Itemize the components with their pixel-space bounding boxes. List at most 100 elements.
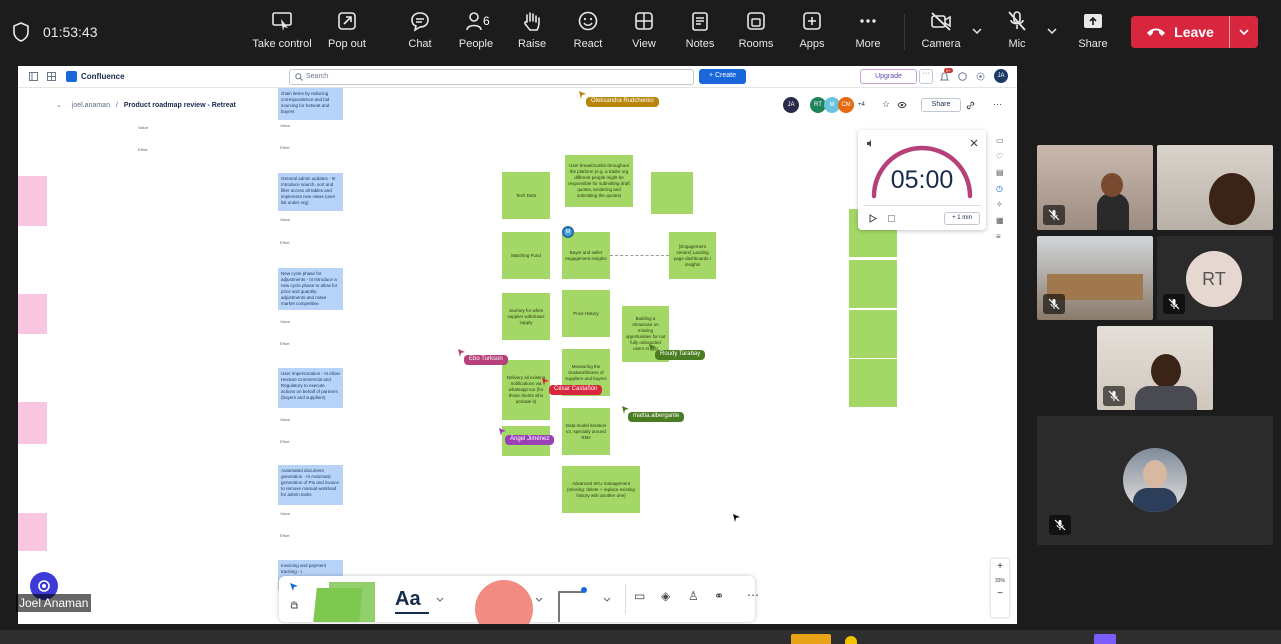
sticky-note-blue[interactable]: General admin updates - III Introduce se…	[278, 173, 343, 211]
star-icon[interactable]: ☆	[882, 99, 890, 110]
settings-gear-icon[interactable]	[976, 72, 985, 81]
select-pointer-icon[interactable]	[289, 582, 299, 592]
app-switcher-icon[interactable]	[47, 72, 56, 81]
stop-icon[interactable]	[887, 214, 896, 223]
chat-button[interactable]: Chat	[400, 10, 440, 56]
apps-button[interactable]: Apps	[792, 10, 832, 56]
link-icon[interactable]	[966, 101, 975, 110]
collaborator-avatar-cm[interactable]: CM	[838, 97, 854, 113]
comment-icon[interactable]: ▭	[996, 136, 1004, 145]
sticky-note-green[interactable]: Data model iteration v2, specially aroun…	[562, 408, 610, 455]
sticky-note-green[interactable]: [Engagement stream] Landing page dashboa…	[669, 232, 716, 279]
sticky-note-green[interactable]: Delivery all existing notifications via …	[502, 360, 550, 420]
stamp-icon[interactable]: ◈	[661, 589, 670, 603]
shared-screen-confluence[interactable]: Confluence Search + Create Upgrade ··· 9…	[18, 66, 1017, 624]
leave-button[interactable]: Leave	[1131, 16, 1258, 48]
help-icon[interactable]	[958, 72, 967, 81]
participant-tile[interactable]	[1037, 236, 1153, 320]
raise-hand-button[interactable]: Raise	[512, 10, 552, 56]
sidebar-toggle-icon[interactable]	[29, 72, 38, 81]
chevron-down-icon[interactable]	[436, 597, 444, 603]
taskbar-app-icon[interactable]	[1094, 634, 1116, 644]
sticky-note-green[interactable]: User breadcrumbs throughout the platform…	[565, 155, 633, 207]
template-icon[interactable]: ▤	[996, 168, 1004, 177]
participant-tile[interactable]	[1097, 326, 1213, 410]
leave-main[interactable]: Leave	[1131, 16, 1229, 48]
pan-hand-icon[interactable]	[289, 600, 299, 610]
zoom-out-button[interactable]: −	[991, 588, 1009, 599]
participant-tile[interactable]	[1037, 145, 1153, 230]
connector-tool-icon[interactable]	[555, 584, 589, 622]
mic-off-icon	[1054, 519, 1066, 531]
notes-button[interactable]: Notes	[680, 10, 720, 56]
shape-tool[interactable]	[475, 580, 533, 624]
react-button[interactable]: React	[568, 10, 608, 56]
collaborators-more-count[interactable]: +4	[858, 102, 865, 108]
zoom-controls: + 33% −	[991, 559, 1009, 617]
people-button[interactable]: 6 People	[455, 10, 497, 56]
sticky-note-pink[interactable]	[18, 402, 47, 444]
more-actions-button[interactable]: ···	[919, 69, 933, 84]
confluence-search-input[interactable]: Search	[289, 69, 694, 85]
sticky-note-blue[interactable]: User Impersonation - III Allow Hectare C…	[278, 368, 343, 408]
sticky-note-green[interactable]	[651, 172, 693, 214]
upload-icon[interactable]: ♙	[688, 589, 699, 603]
participant-tile[interactable]	[1037, 416, 1273, 545]
leave-options-dropdown[interactable]	[1230, 26, 1258, 38]
more-button[interactable]: More	[848, 10, 888, 56]
link-icon[interactable]: ⚭	[714, 589, 724, 603]
camera-options-chevron-icon[interactable]	[970, 24, 984, 38]
sticky-note-green[interactable]	[849, 310, 897, 358]
add-minute-button[interactable]: + 1 min	[944, 212, 980, 225]
sticky-note-green[interactable]: Buyer and seller engagement insights	[562, 232, 610, 279]
taskbar-app-icon[interactable]	[845, 636, 857, 644]
zoom-in-button[interactable]: +	[991, 561, 1009, 572]
sticky-note-green[interactable]: Price History	[562, 290, 610, 337]
rooms-button[interactable]: Rooms	[736, 10, 776, 56]
share-button[interactable]: Share	[1073, 10, 1113, 56]
camera-button[interactable]: Camera	[918, 10, 964, 56]
pop-out-button[interactable]: Pop out	[323, 10, 371, 56]
play-icon[interactable]	[868, 214, 877, 223]
sticky-note-green[interactable]: Journey for when supplier withdraws supp…	[502, 293, 550, 340]
sticky-note-green[interactable]: Matching Fund	[502, 232, 550, 279]
create-button[interactable]: + Create	[699, 69, 746, 84]
sticky-note-pink[interactable]	[18, 513, 47, 551]
confluence-logo-icon[interactable]	[66, 71, 77, 82]
participant-tile[interactable]	[1157, 145, 1273, 230]
page-more-icon[interactable]: ⋯	[993, 99, 1002, 110]
user-avatar[interactable]: JA	[994, 69, 1008, 83]
chevron-down-icon[interactable]	[603, 597, 611, 603]
mic-options-chevron-icon[interactable]	[1045, 24, 1059, 38]
sticky-note-pink[interactable]	[18, 176, 47, 226]
notifications-bell-icon[interactable]	[940, 72, 949, 82]
chevron-down-icon[interactable]: ⌄	[56, 102, 62, 109]
page-share-button[interactable]: Share	[921, 98, 961, 112]
sticky-note-blue[interactable]: New cycle phase for adjustments - III In…	[278, 268, 343, 310]
chevron-down-icon[interactable]	[535, 597, 543, 603]
sticky-note-blue[interactable]: chain items by reducing correspondence a…	[278, 88, 343, 120]
sticky-note-green[interactable]: Advanced SKU management (missing: delete…	[562, 466, 640, 513]
sticky-note-blue[interactable]: Automated document generation - III Auto…	[278, 465, 343, 505]
magic-icon[interactable]: ✧	[996, 200, 1003, 209]
more-tools-icon[interactable]: ⋯	[747, 588, 759, 602]
text-tool[interactable]: Aa	[395, 588, 421, 611]
sticky-note-green[interactable]: Tech Debt	[502, 172, 550, 219]
section-icon[interactable]: ▭	[634, 589, 645, 603]
print-icon[interactable]: ▦	[996, 216, 1004, 225]
sticky-note-pink[interactable]	[18, 294, 47, 334]
upgrade-button[interactable]: Upgrade	[860, 69, 917, 84]
sliders-icon[interactable]: ≡	[996, 232, 1001, 241]
watch-eye-icon[interactable]	[897, 101, 907, 109]
sticky-note-green[interactable]	[849, 260, 897, 308]
taskbar-app-icon[interactable]	[791, 634, 831, 644]
mic-button[interactable]: Mic	[998, 10, 1036, 56]
breadcrumb-space[interactable]: joel.anaman	[72, 102, 110, 109]
take-control-button[interactable]: Take control	[249, 10, 315, 56]
timer-icon[interactable]: ◷	[996, 184, 1003, 193]
view-button[interactable]: View	[624, 10, 664, 56]
collaborator-avatar-ja[interactable]: JA	[783, 97, 799, 113]
shield-icon[interactable]	[12, 22, 30, 42]
thumbs-up-icon[interactable]: ♡	[996, 152, 1003, 161]
sticky-note-green[interactable]	[849, 359, 897, 407]
